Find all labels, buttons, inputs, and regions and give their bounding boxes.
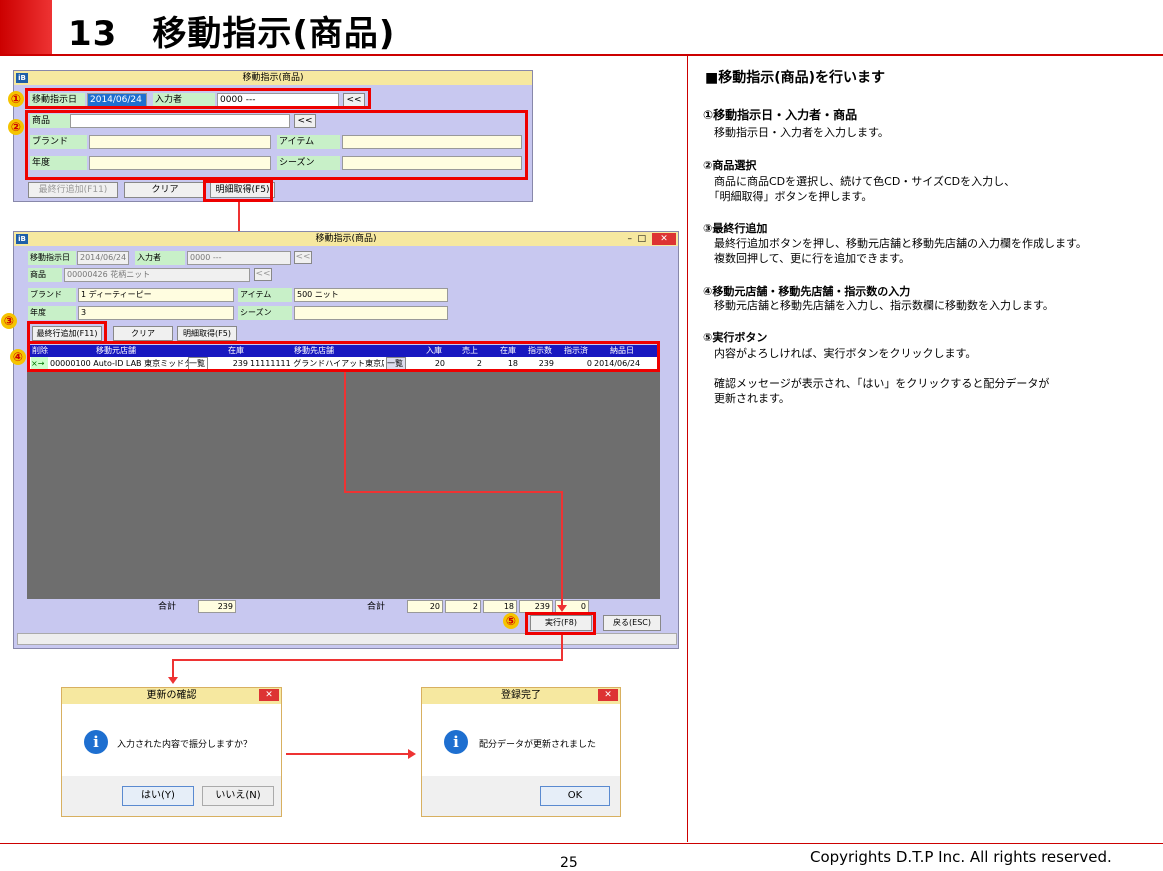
no-button[interactable]: いいえ(N) bbox=[202, 786, 274, 806]
title-accent-bar bbox=[0, 0, 52, 55]
arrow-head-icon bbox=[408, 749, 416, 759]
inputter-label: 入力者 bbox=[135, 251, 185, 265]
ok-button[interactable]: OK bbox=[540, 786, 610, 806]
flow-arrow bbox=[172, 659, 174, 679]
window-titlebar: iB 移動指示(商品) – □ ✕ bbox=[14, 232, 678, 246]
flow-arrow bbox=[561, 491, 563, 607]
product-search-button[interactable]: << bbox=[254, 268, 272, 281]
back-button[interactable]: 戻る(ESC) bbox=[603, 615, 661, 631]
app-icon: iB bbox=[16, 73, 28, 83]
flow-arrow bbox=[561, 635, 563, 661]
highlight-box-4 bbox=[27, 341, 660, 372]
add-last-row-button[interactable]: 最終行追加(F11) bbox=[28, 182, 118, 198]
dialog-message: 配分データが更新されました bbox=[479, 740, 597, 750]
dialog-titlebar: 更新の確認 ✕ bbox=[62, 688, 281, 704]
maximize-icon[interactable]: □ bbox=[637, 232, 646, 246]
get-details-button[interactable]: 明細取得(F5) bbox=[177, 326, 237, 341]
complete-dialog: 登録完了 ✕ i 配分データが更新されました OK bbox=[421, 687, 621, 817]
highlight-box-1 bbox=[25, 88, 371, 109]
product-select[interactable]: 00000426 花柄ニット bbox=[64, 268, 250, 282]
step5-body: 内容がよろしければ、実行ボタンをクリックします。 確認メッセージが表示され、「は… bbox=[713, 347, 1050, 405]
clear-button[interactable]: クリア bbox=[124, 182, 206, 198]
item-field[interactable]: 500 ニット bbox=[294, 288, 448, 302]
confirm-dialog: 更新の確認 ✕ i 入力された内容で振分しますか？ はい(Y) いいえ(N) bbox=[61, 687, 282, 817]
app-icon: iB bbox=[16, 234, 28, 244]
inputter-search-button[interactable]: << bbox=[294, 251, 312, 264]
yes-button[interactable]: はい(Y) bbox=[122, 786, 194, 806]
badge-5: ⑤ bbox=[503, 613, 519, 629]
title-divider bbox=[0, 54, 1163, 56]
minimize-icon[interactable]: – bbox=[628, 232, 633, 246]
step3-title: ③最終行追加 bbox=[703, 222, 768, 235]
dialog-footer: OK bbox=[422, 776, 620, 816]
close-icon[interactable]: ✕ bbox=[598, 689, 618, 701]
step1-body: 移動指示日・入力者を入力します。 bbox=[703, 126, 889, 139]
dialog-message: 入力された内容で振分しますか？ bbox=[117, 740, 253, 750]
flow-arrow bbox=[286, 753, 410, 755]
total-label-left: 合計 bbox=[158, 602, 177, 612]
close-icon[interactable]: ✕ bbox=[652, 233, 676, 245]
badge-1: ① bbox=[8, 91, 24, 107]
item-label: アイテム bbox=[238, 288, 292, 302]
badge-3: ③ bbox=[1, 313, 17, 329]
step2-title: ②商品選択 bbox=[703, 159, 757, 172]
step5-title: ⑤実行ボタン bbox=[703, 331, 768, 344]
dialog-title: 更新の確認 bbox=[146, 690, 197, 701]
product-label: 商品 bbox=[28, 268, 62, 282]
date-label: 移動指示日 bbox=[28, 251, 76, 265]
window-title: 移動指示(商品) bbox=[242, 73, 304, 83]
arrow-head-icon bbox=[557, 605, 567, 612]
inputter-select[interactable]: 0000 --- bbox=[187, 251, 291, 265]
total-sales: 2 bbox=[445, 600, 481, 613]
year-label: 年度 bbox=[28, 306, 76, 320]
window-titlebar: iB 移動指示(商品) bbox=[14, 71, 532, 85]
year-field[interactable]: 3 bbox=[78, 306, 234, 320]
slide-title: 13 移動指示(商品) bbox=[68, 14, 396, 54]
brand-field[interactable]: 1 ディーティーピー bbox=[78, 288, 234, 302]
info-icon: i bbox=[84, 730, 108, 754]
info-icon: i bbox=[444, 730, 468, 754]
badge-2: ② bbox=[8, 119, 24, 135]
copyright: Copyrights D.T.P Inc. All rights reserve… bbox=[810, 848, 1112, 866]
close-icon[interactable]: ✕ bbox=[259, 689, 279, 701]
highlight-box-detail bbox=[203, 180, 273, 202]
step4-body: 移動元店舗と移動先店舗を入力し、指示数欄に移動数を入力します。 bbox=[703, 299, 1054, 312]
page-number: 25 bbox=[560, 855, 578, 871]
total-in: 20 bbox=[407, 600, 443, 613]
highlight-box-2 bbox=[25, 110, 528, 180]
window-title: 移動指示(商品) bbox=[315, 234, 377, 244]
column-divider bbox=[687, 56, 688, 842]
highlight-box-5 bbox=[525, 612, 596, 635]
total-stock: 239 bbox=[198, 600, 236, 613]
step1-title: ①移動指示日・入力者・商品 bbox=[703, 108, 858, 122]
step4-title: ④移動元店舗・移動先店舗・指示数の入力 bbox=[703, 285, 911, 298]
dialog-footer: はい(Y) いいえ(N) bbox=[62, 776, 281, 816]
flow-arrow bbox=[344, 491, 562, 493]
total-label-right: 合計 bbox=[367, 602, 386, 612]
total-stock2: 18 bbox=[483, 600, 517, 613]
step3-body: 最終行追加ボタンを押し、移動元店舗と移動先店舗の入力欄を作成します。 複数回押し… bbox=[713, 237, 1087, 265]
dialog-title: 登録完了 bbox=[501, 690, 541, 701]
season-label: シーズン bbox=[238, 306, 292, 320]
date-field[interactable]: 2014/06/24 bbox=[77, 251, 129, 265]
badge-4: ④ bbox=[10, 349, 26, 365]
flow-arrow bbox=[344, 372, 346, 493]
season-field[interactable] bbox=[294, 306, 448, 320]
flow-arrow bbox=[172, 659, 563, 661]
step2-body: 商品に商品CDを選択し、続けて色CD・サイズCDを入力し、 「明細取得」ボタンを… bbox=[713, 175, 1016, 203]
clear-button[interactable]: クリア bbox=[113, 326, 173, 341]
arrow-head-icon bbox=[168, 677, 178, 684]
footer-divider bbox=[0, 843, 1163, 844]
dialog-titlebar: 登録完了 ✕ bbox=[422, 688, 620, 704]
brand-label: ブランド bbox=[28, 288, 76, 302]
section-heading: ■移動指示(商品)を行います bbox=[705, 70, 886, 86]
